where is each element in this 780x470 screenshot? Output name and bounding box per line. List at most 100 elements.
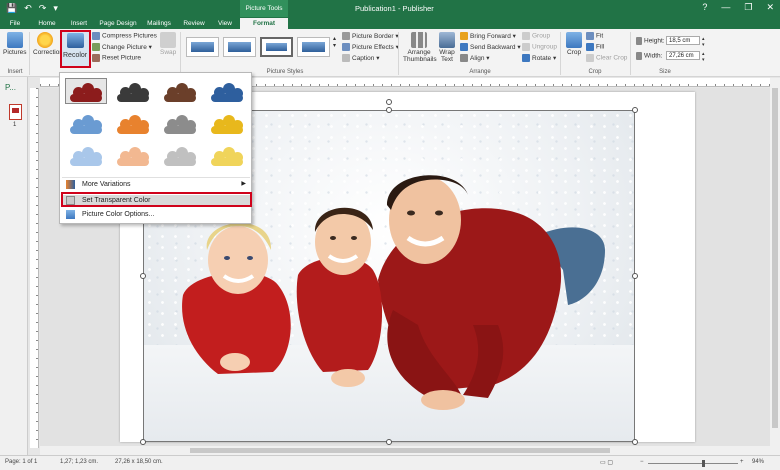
ribbon-tabs: File Home Insert Page Design Mailings Re… (0, 17, 780, 29)
pictures-icon[interactable] (7, 32, 23, 48)
change-picture-button[interactable]: Change Picture ▾ (92, 43, 152, 52)
page-thumbnail-number: 1 (13, 122, 17, 128)
picture-style-preview (302, 42, 325, 52)
picture-styles-scroll-button[interactable]: ▴ ▾ (333, 35, 336, 49)
width-spinner[interactable]: ▴ ▾ (702, 51, 705, 63)
fit-button[interactable]: Fit (586, 32, 603, 40)
recolor-swatch[interactable] (160, 111, 200, 135)
undo-icon[interactable]: ↶ (24, 3, 32, 14)
reset-picture-button[interactable]: Reset Picture (92, 54, 141, 62)
menu-item-more-variations[interactable]: More Variations ▶ (62, 179, 250, 190)
recolor-swatch[interactable] (207, 111, 247, 135)
change-picture-icon (92, 43, 100, 52)
arrange-thumbnails-button[interactable]: Arrange Thumbnails (403, 49, 437, 63)
compress-pictures-button[interactable]: Compress Pictures (92, 32, 157, 40)
picture-style-4[interactable] (297, 37, 330, 57)
picture-effects-button[interactable]: Picture Effects ▾ (342, 43, 399, 52)
pictures-button[interactable]: Pictures (3, 49, 26, 56)
picture-style-preview (228, 42, 251, 52)
clear-crop-icon (586, 54, 594, 62)
recolor-highlight-box (60, 30, 91, 68)
close-button[interactable]: ✕ (766, 2, 774, 13)
wrap-text-icon[interactable] (439, 32, 455, 48)
resize-handle-bottom-right[interactable] (632, 439, 638, 445)
save-icon[interactable]: 💾 (6, 3, 17, 14)
tab-page-design[interactable]: Page Design (98, 18, 138, 29)
restore-button[interactable]: ❐ (744, 2, 752, 13)
horizontal-scroll-thumb[interactable] (190, 448, 610, 453)
minimize-button[interactable]: — (721, 2, 730, 13)
crop-icon[interactable] (566, 32, 582, 48)
tab-file[interactable]: File (4, 18, 26, 29)
ribbon-divider (398, 32, 399, 75)
compress-icon (92, 32, 100, 40)
fill-button[interactable]: Fill (586, 43, 604, 51)
caption-button[interactable]: Caption ▾ (342, 54, 379, 63)
send-backward-button[interactable]: Send Backward ▾ (460, 43, 521, 52)
recolor-swatch[interactable] (113, 79, 153, 103)
vertical-scroll-thumb[interactable] (772, 88, 778, 428)
picture-color-options-icon (66, 210, 75, 219)
rotate-button[interactable]: Rotate ▾ (522, 54, 556, 63)
picture-style-2[interactable] (223, 37, 256, 57)
zoom-out-button[interactable]: − (640, 459, 644, 465)
crop-button[interactable]: Crop (567, 49, 581, 56)
resize-handle-bottom-left[interactable] (140, 439, 146, 445)
group-icon (522, 32, 530, 40)
group-label-arrange: Arrange (469, 69, 491, 75)
picture-style-1[interactable] (186, 37, 219, 57)
status-view-icons[interactable]: ▭ ▢ (600, 459, 613, 466)
recolor-swatch[interactable] (65, 78, 107, 104)
window-controls: ? — ❐ ✕ (702, 2, 774, 13)
bring-forward-button[interactable]: Bring Forward ▾ (460, 32, 516, 41)
resize-handle-top-right[interactable] (632, 107, 638, 113)
resize-handle-right[interactable] (632, 273, 638, 279)
corrections-icon[interactable] (37, 32, 53, 48)
redo-icon[interactable]: ↷ (39, 3, 47, 14)
swatch-figure (117, 126, 149, 134)
tab-mailings[interactable]: Mailings (144, 18, 174, 29)
vertical-scrollbar[interactable] (770, 78, 780, 455)
recolor-swatch[interactable] (66, 143, 106, 167)
wrap-text-button[interactable]: Wrap Text (438, 49, 456, 63)
recolor-swatch[interactable] (66, 111, 106, 135)
help-button[interactable]: ? (702, 2, 707, 13)
ribbon-divider (180, 32, 181, 75)
tab-review[interactable]: Review (180, 18, 208, 29)
tab-view[interactable]: View (214, 18, 236, 29)
zoom-level[interactable]: 94% (752, 459, 764, 465)
recolor-swatch[interactable] (207, 143, 247, 167)
resize-handle-bottom[interactable] (386, 439, 392, 445)
resize-handle-top[interactable] (386, 107, 392, 113)
recolor-swatch[interactable] (113, 143, 153, 167)
align-button[interactable]: Align ▾ (460, 54, 490, 63)
tab-insert[interactable]: Insert (66, 18, 92, 29)
tab-format[interactable]: Format (240, 18, 288, 29)
zoom-in-button[interactable]: + (740, 459, 744, 465)
menu-item-picture-color-options[interactable]: Picture Color Options... (62, 209, 250, 220)
vertical-ruler[interactable] (30, 88, 39, 448)
width-field[interactable]: 27,26 cm (666, 51, 700, 60)
height-field[interactable]: 18,5 cm (666, 36, 700, 45)
recolor-swatch[interactable] (113, 111, 153, 135)
page-thumbnail[interactable] (9, 104, 22, 120)
arrange-thumbnails-icon[interactable] (411, 32, 427, 48)
recolor-swatch[interactable] (160, 79, 200, 103)
recolor-swatch[interactable] (160, 143, 200, 167)
horizontal-scrollbar[interactable] (40, 446, 770, 455)
rotate-handle[interactable] (386, 99, 392, 105)
zoom-slider-thumb[interactable] (702, 460, 705, 467)
recolor-swatch[interactable] (207, 79, 247, 103)
picture-border-button[interactable]: Picture Border ▾ (342, 32, 399, 41)
zoom-slider[interactable] (648, 463, 738, 464)
more-variations-icon (66, 180, 75, 189)
height-spinner[interactable]: ▴ ▾ (702, 36, 705, 48)
tab-home[interactable]: Home (34, 18, 60, 29)
swatch-figure (211, 158, 243, 166)
picture-style-3[interactable] (260, 37, 293, 57)
customize-qat-icon[interactable]: ▾ (53, 3, 58, 14)
picture-effects-icon (342, 43, 350, 52)
resize-handle-left[interactable] (140, 273, 146, 279)
swatch-figure (70, 126, 102, 134)
swatch-figure (117, 94, 149, 102)
